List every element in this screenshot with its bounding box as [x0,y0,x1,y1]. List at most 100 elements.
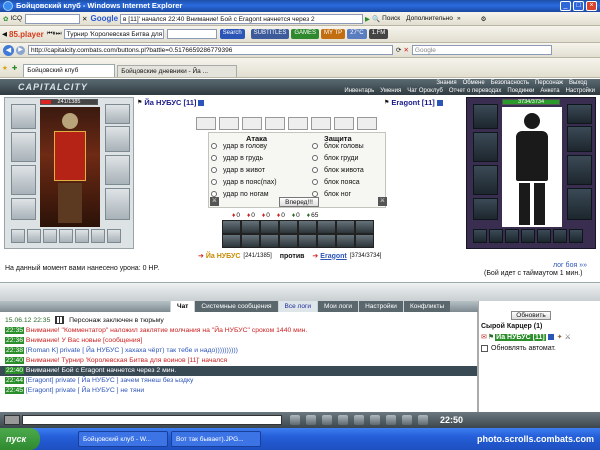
attack-option[interactable]: удар в грудь [211,153,303,165]
enemy-boots-slot[interactable] [567,188,592,220]
enemy-ring-slot[interactable] [489,229,503,243]
maximize-button[interactable]: □ [573,1,584,11]
action-icon[interactable] [306,415,316,425]
tools-icon[interactable]: 🔍 [372,15,380,23]
dopolnitelno-menu[interactable]: Дополнительно [406,15,453,22]
attack-option[interactable]: удар в живот [211,165,303,177]
attack-option[interactable]: удар в пояс(пах) [211,177,303,189]
tactic-icon[interactable] [298,234,317,248]
radio-chip[interactable]: 1.FM [368,29,389,39]
armor-slot[interactable] [11,165,36,195]
chevron-icon[interactable]: » [457,15,461,22]
earring-slot[interactable] [105,104,130,124]
favorites-star-icon[interactable]: ★ [2,64,8,72]
spell-slot[interactable] [242,117,262,130]
helmet-slot[interactable] [11,104,36,129]
room-user-name[interactable]: Йа НУБУС [11] [495,333,546,341]
tab-my-logs[interactable]: Мои логи [317,301,359,312]
spell-slot[interactable] [288,117,308,130]
tactic-icon[interactable] [355,220,374,234]
weapon-slot[interactable] [11,132,36,162]
tactic-icon[interactable] [336,220,355,234]
enemy-shield-slot[interactable] [567,155,592,185]
radio-icon[interactable] [312,167,318,174]
action-icon[interactable] [354,415,364,425]
radio-icon[interactable] [211,167,217,174]
nav-obmene[interactable]: Обмене [460,80,488,86]
nav-chat[interactable]: Чат Ороклуб [404,88,446,94]
defense-option[interactable]: блок головы [312,141,386,153]
action-icon[interactable] [322,415,332,425]
enemy-belt-slot[interactable] [473,198,498,220]
toolbar-close-icon[interactable]: ✕ [82,15,87,23]
browser-tab-active[interactable]: Бойцовский клуб [23,64,116,77]
tactic-icon[interactable] [355,234,374,248]
stop-icon[interactable]: ✕ [403,46,408,54]
games-chip[interactable]: GAMES [291,29,320,39]
right-swap-icon[interactable]: ⚔ [378,197,387,206]
forward-button[interactable]: Вперед!!! [279,197,319,207]
gloves-slot[interactable] [105,126,130,152]
action-icon[interactable] [418,415,428,425]
attack-option[interactable]: удар в голову [211,141,303,153]
nav-back-icon[interactable]: ◀ [3,44,14,56]
nav-fights[interactable]: Поединки [504,88,537,94]
tab-system[interactable]: Системные сообщения [194,301,278,312]
action-icon[interactable] [386,415,396,425]
spell-slot[interactable] [219,117,239,130]
tactic-icon[interactable] [336,234,355,248]
task-button[interactable]: Бойцовский клуб - W... [78,431,168,447]
settings-icon[interactable]: ⚙ [481,15,487,23]
enemy-item-slot[interactable] [553,229,567,243]
fight-me-name[interactable]: Йа НУБУС [206,253,241,260]
nav-exit[interactable]: Выход [566,80,590,86]
mytp-chip[interactable]: MY TP [321,29,346,39]
nav-znaniya[interactable]: Знания [433,80,459,86]
private-icon[interactable]: ✉ [481,333,487,341]
ring-slot[interactable] [27,229,41,243]
belt-slot[interactable] [11,198,36,220]
tactic-icon[interactable] [260,220,279,234]
tactic-icon[interactable] [241,234,260,248]
action-icon[interactable] [402,415,412,425]
left-swap-icon[interactable]: ⚔ [210,197,219,206]
enemy-item-slot[interactable] [537,229,551,243]
icq-search-field[interactable] [25,13,81,24]
browser-tab[interactable]: Бойцовские дневники - Йа ... [117,65,238,77]
tab-conflicts[interactable]: Конфликты [402,301,451,312]
google-search-field[interactable]: Google [411,45,552,55]
player-avatar[interactable] [40,107,100,227]
info-icon[interactable] [547,334,554,340]
nav-inventory[interactable]: Инвентарь [341,88,377,94]
radio-icon[interactable] [312,155,318,162]
icq-icon[interactable]: ✿ [3,15,8,23]
player-controls-icon[interactable]: ⏮⏸⏭ [47,30,62,38]
tab-settings[interactable]: Настройки [358,301,403,312]
chat-input[interactable] [22,415,282,425]
enemy-weapon-slot[interactable] [473,132,498,162]
defense-option[interactable]: блок груди [312,153,386,165]
tactic-icon[interactable] [279,234,298,248]
ring-slot[interactable] [11,229,25,243]
info-icon[interactable] [436,99,443,106]
subtitles-chip[interactable]: SUBTITLES [250,29,290,39]
enemy-ring-slot[interactable] [473,229,487,243]
nav-security[interactable]: Безопасность [488,80,532,86]
minimize-button[interactable]: _ [560,1,571,11]
battle-log-link[interactable]: лог боя »» [553,262,587,269]
enemy-amulet-slot[interactable] [521,229,535,243]
nav-transfers[interactable]: Отчет о переводах [446,88,505,94]
spell-slot[interactable] [357,117,377,130]
spell-slot[interactable] [196,117,216,130]
auto-refresh-checkbox[interactable] [481,345,488,352]
amulet-slot[interactable] [59,229,73,243]
potion-slot[interactable] [75,229,89,243]
fight-foe-name[interactable]: Eragont [320,253,346,260]
icq-label[interactable]: ICQ [10,15,22,22]
action-icon[interactable] [290,415,300,425]
action-icon[interactable] [370,415,380,425]
tactic-icon[interactable] [222,220,241,234]
tactic-icon[interactable] [317,220,336,234]
spell-slot[interactable] [265,117,285,130]
tactic-icon[interactable] [279,220,298,234]
